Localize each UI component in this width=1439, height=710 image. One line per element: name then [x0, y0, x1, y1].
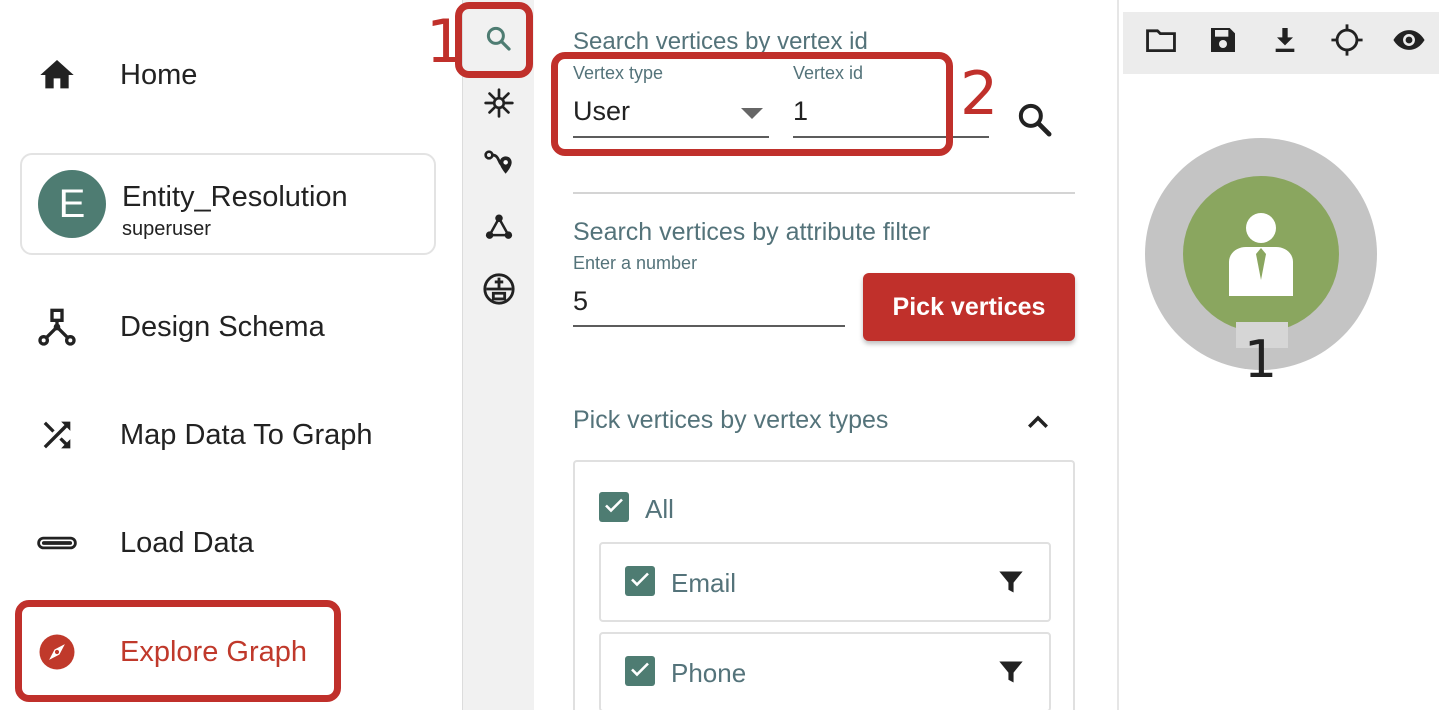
graph-name: Entity_Resolution — [122, 181, 348, 213]
email-label: Email — [671, 568, 737, 598]
callout-two: 2 — [960, 59, 999, 129]
phone-filter-button[interactable] — [997, 658, 1027, 688]
vertex-types-title: Pick vertices by vertex types — [573, 406, 889, 434]
download-icon — [1269, 24, 1301, 61]
vertex-label: 1 — [1244, 330, 1278, 390]
home-icon — [36, 54, 78, 96]
search-panel: Search vertices by vertex id Vertex type… — [535, 0, 1115, 710]
vertex-type-label: Vertex type — [573, 63, 664, 83]
locate-button[interactable] — [1327, 22, 1367, 62]
rail-path-button[interactable] — [478, 144, 520, 186]
vertex-type-row-phone: Phone — [599, 632, 1051, 710]
vertex-id-label: Vertex id — [793, 63, 864, 83]
search-icon — [484, 24, 514, 59]
tool-rail — [455, 0, 534, 710]
dropdown-arrow-icon — [741, 107, 763, 125]
nav-design-schema[interactable]: Design Schema — [20, 287, 436, 367]
search-vertex-button[interactable] — [1015, 100, 1057, 142]
all-checkbox[interactable] — [599, 492, 629, 522]
vertex-body — [1183, 176, 1339, 332]
eye-icon — [1392, 23, 1426, 62]
number-input-value: 5 — [573, 286, 589, 316]
pick-vertices-button[interactable]: Pick vertices — [863, 273, 1075, 341]
vertex-id-underline — [793, 136, 989, 138]
download-button[interactable] — [1265, 22, 1305, 62]
graph-avatar: E — [38, 170, 106, 238]
vertex-type-row-email: Email — [599, 542, 1051, 622]
check-icon — [602, 493, 626, 522]
nav-design-schema-label: Design Schema — [120, 310, 325, 343]
vertex-type-value: User — [573, 96, 631, 126]
schema-icon — [36, 306, 78, 348]
rail-search-button[interactable] — [478, 20, 520, 62]
expand-icon — [483, 87, 515, 124]
section-divider — [573, 192, 1075, 194]
number-input-label: Enter a number — [573, 253, 698, 273]
view-button[interactable] — [1389, 22, 1429, 62]
filter-icon — [997, 571, 1025, 600]
all-label: All — [645, 494, 674, 524]
save-button[interactable] — [1203, 22, 1243, 62]
rail-algorithm-button[interactable] — [478, 208, 520, 250]
nav-home[interactable]: Home — [20, 35, 436, 115]
query-icon — [482, 272, 516, 311]
user-icon — [1225, 212, 1297, 301]
main-navigation: Home E Entity_Resolution superuser Desig… — [0, 0, 460, 710]
save-icon — [1207, 24, 1239, 61]
phone-label: Phone — [671, 658, 747, 688]
search-icon — [1015, 103, 1055, 144]
nav-load-data[interactable]: Load Data — [20, 503, 436, 583]
phone-checkbox[interactable] — [625, 656, 655, 686]
email-filter-button[interactable] — [997, 568, 1027, 598]
nav-home-label: Home — [120, 58, 198, 91]
vertex-types-list: All Email Phone — [573, 460, 1075, 710]
rail-expand-button[interactable] — [478, 84, 520, 126]
shuffle-icon — [36, 414, 78, 456]
nav-explore-graph-label: Explore Graph — [120, 635, 307, 668]
check-icon — [628, 567, 652, 596]
rail-query-button[interactable] — [478, 270, 520, 312]
chevron-up-icon — [1023, 415, 1053, 442]
nav-map-data[interactable]: Map Data To Graph — [20, 395, 436, 475]
graph-user: superuser — [122, 218, 211, 240]
load-bar-icon — [36, 522, 78, 564]
attribute-filter-title: Search vertices by attribute filter — [573, 218, 931, 246]
collapse-button[interactable] — [1023, 408, 1055, 440]
number-input-underline — [573, 325, 845, 327]
nav-map-data-label: Map Data To Graph — [120, 418, 373, 451]
path-icon — [483, 147, 515, 184]
nav-load-data-label: Load Data — [120, 526, 254, 559]
filter-icon — [997, 661, 1025, 690]
graph-canvas[interactable]: 1 — [1117, 0, 1439, 710]
open-button[interactable] — [1141, 22, 1181, 62]
folder-icon — [1144, 23, 1178, 62]
vertex-type-underline — [573, 136, 769, 138]
graph-selector-card[interactable]: E Entity_Resolution superuser — [20, 153, 436, 255]
graph-algorithm-icon — [484, 212, 514, 247]
callout-one: 1 — [426, 7, 465, 77]
compass-icon — [36, 631, 78, 673]
canvas-toolbar — [1123, 12, 1439, 74]
search-by-id-title: Search vertices by vertex id — [573, 28, 868, 55]
vertex-id-value: 1 — [793, 96, 809, 126]
locate-icon — [1330, 23, 1364, 62]
nav-explore-graph[interactable]: Explore Graph — [20, 612, 436, 692]
check-icon — [628, 657, 652, 686]
email-checkbox[interactable] — [625, 566, 655, 596]
